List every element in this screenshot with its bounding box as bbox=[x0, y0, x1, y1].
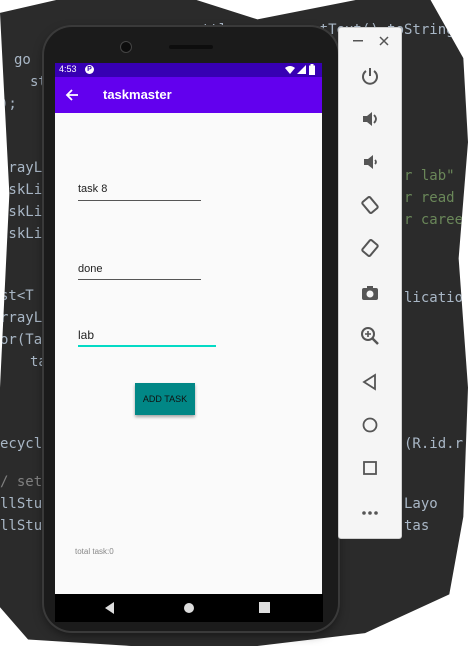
volume-down-icon[interactable] bbox=[355, 147, 385, 177]
nav-recents-icon[interactable] bbox=[259, 602, 270, 613]
phone-screen: 4:53 P taskmaster task 8 done lab ADD TA… bbox=[55, 63, 322, 619]
volume-up-icon[interactable] bbox=[355, 104, 385, 134]
zoom-in-icon[interactable] bbox=[355, 321, 385, 351]
phone-frame: 4:53 P taskmaster task 8 done lab ADD TA… bbox=[44, 27, 338, 631]
camera-icon-phone bbox=[120, 41, 132, 53]
task-title-underline bbox=[78, 200, 201, 201]
code-line: r caree bbox=[404, 212, 464, 228]
minimize-icon[interactable] bbox=[353, 40, 363, 42]
code-line: ); bbox=[0, 96, 17, 112]
nav-home-icon[interactable] bbox=[183, 602, 195, 614]
battery-icon bbox=[309, 64, 315, 75]
code-line: (R.id.r bbox=[404, 436, 464, 452]
code-line: go bbox=[14, 52, 31, 68]
emulator-toolbar bbox=[338, 27, 402, 539]
overview-icon[interactable] bbox=[355, 453, 385, 483]
rotate-right-icon[interactable] bbox=[355, 233, 385, 263]
task-body-field[interactable]: lab bbox=[78, 328, 94, 342]
nav-back-icon[interactable] bbox=[105, 602, 115, 614]
code-line: askLi bbox=[0, 182, 43, 198]
code-line: Layo bbox=[404, 496, 438, 512]
status-bar: 4:53 P bbox=[55, 63, 322, 77]
code-line: rrayL bbox=[0, 160, 43, 176]
back-icon[interactable] bbox=[355, 367, 385, 397]
system-nav-bar bbox=[55, 594, 323, 622]
rotate-left-icon[interactable] bbox=[355, 190, 385, 220]
code-line: / set bbox=[0, 474, 43, 490]
notification-p-icon: P bbox=[85, 65, 94, 74]
app-bar: taskmaster bbox=[55, 77, 322, 113]
power-icon[interactable] bbox=[355, 61, 385, 91]
code-line: llStu bbox=[0, 518, 43, 534]
task-title-field[interactable]: task 8 bbox=[78, 183, 107, 195]
code-line: rrayL bbox=[0, 310, 43, 326]
task-body-underline bbox=[78, 345, 216, 347]
code-line: r read bbox=[404, 190, 455, 206]
wifi-icon bbox=[285, 66, 295, 74]
code-line: askLi bbox=[0, 226, 43, 242]
camera-icon[interactable] bbox=[355, 278, 385, 308]
code-line: askLi bbox=[0, 204, 43, 220]
task-state-field[interactable]: done bbox=[78, 263, 102, 275]
close-icon[interactable] bbox=[379, 36, 389, 46]
status-time: 4:53 bbox=[59, 64, 77, 74]
task-state-underline bbox=[78, 279, 201, 280]
add-task-button[interactable]: ADD TASK bbox=[135, 383, 195, 415]
speaker-grille bbox=[169, 45, 213, 49]
code-line: or(Ta bbox=[0, 332, 43, 348]
code-line: lication bbox=[404, 290, 468, 306]
app-title: taskmaster bbox=[103, 87, 172, 102]
code-line: tas bbox=[404, 518, 430, 534]
home-icon[interactable] bbox=[355, 410, 385, 440]
code-line: r lab" bbox=[404, 168, 455, 184]
more-icon[interactable] bbox=[355, 498, 385, 528]
code-line: ecycl bbox=[0, 436, 43, 452]
code-line: llStu bbox=[0, 496, 43, 512]
arrow-back-icon[interactable] bbox=[65, 88, 79, 102]
total-task-count: total task:0 bbox=[75, 547, 114, 556]
signal-icon bbox=[297, 65, 306, 74]
code-line: st<T bbox=[0, 288, 34, 304]
